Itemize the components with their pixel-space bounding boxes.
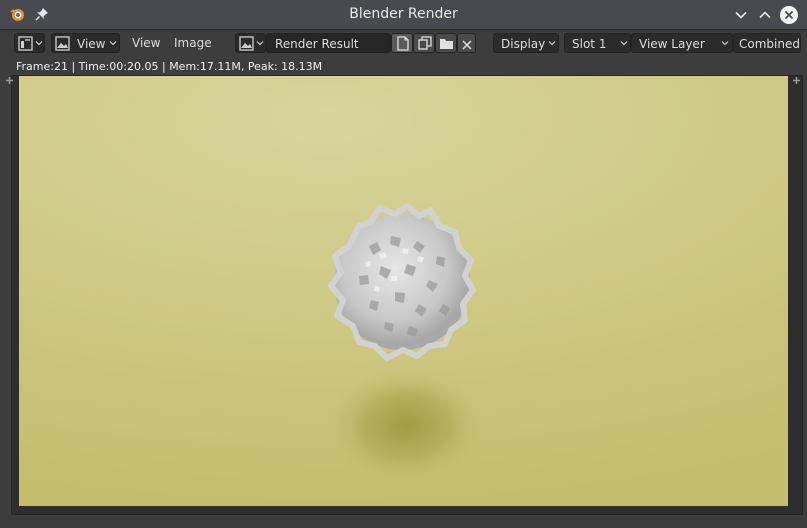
slot-dropdown[interactable]: Slot 1	[564, 33, 631, 53]
image-browse-button[interactable]	[235, 33, 266, 53]
image-editor-icon	[18, 36, 33, 57]
display-dropdown[interactable]: Display	[493, 33, 559, 53]
render-status-text: Frame:21 | Time:00:20.05 | Mem:17.11M, P…	[16, 60, 323, 73]
bottom-border	[0, 516, 807, 528]
render-pass-dropdown[interactable]: Combined	[733, 33, 801, 53]
open-image-button[interactable]	[435, 33, 457, 53]
chevron-down-icon	[35, 41, 43, 46]
title-bar[interactable]: Blender Render	[0, 0, 807, 30]
unlink-image-button[interactable]	[457, 33, 476, 53]
mode-label: View	[77, 37, 106, 51]
chevron-down-icon	[620, 41, 628, 46]
window-title: Blender Render	[349, 6, 458, 22]
x-icon	[461, 37, 473, 57]
render-result-image[interactable]	[19, 76, 788, 506]
duplicate-icon	[418, 36, 432, 57]
blender-render-window: Blender Render View View Image Render Re…	[0, 0, 807, 528]
new-image-icon	[396, 36, 410, 57]
mode-selector[interactable]: View	[51, 33, 120, 53]
duplicate-image-button[interactable]	[413, 33, 435, 53]
minimize-icon[interactable]	[731, 5, 751, 25]
image-name-field[interactable]: Render Result	[266, 33, 391, 53]
editor-type-selector[interactable]	[14, 33, 45, 53]
chevron-down-icon	[721, 41, 729, 46]
close-icon[interactable]	[779, 5, 799, 25]
image-browse-icon	[239, 36, 254, 57]
new-image-button[interactable]	[391, 33, 413, 53]
maximize-icon[interactable]	[755, 5, 775, 25]
rendered-scene	[328, 203, 484, 484]
menu-image[interactable]: Image	[168, 33, 218, 53]
folder-icon	[439, 36, 454, 57]
chevron-down-icon	[548, 41, 556, 46]
menu-view[interactable]: View	[127, 33, 165, 53]
region-expand-icon[interactable]	[6, 77, 13, 84]
chevron-down-icon	[256, 41, 264, 46]
image-icon	[55, 36, 70, 57]
header-toolbar: View View Image Render Result Display Sl…	[0, 30, 807, 57]
region-expand-icon[interactable]	[793, 77, 800, 84]
chevron-down-icon	[109, 41, 117, 46]
view-layer-dropdown[interactable]: View Layer	[631, 33, 733, 53]
